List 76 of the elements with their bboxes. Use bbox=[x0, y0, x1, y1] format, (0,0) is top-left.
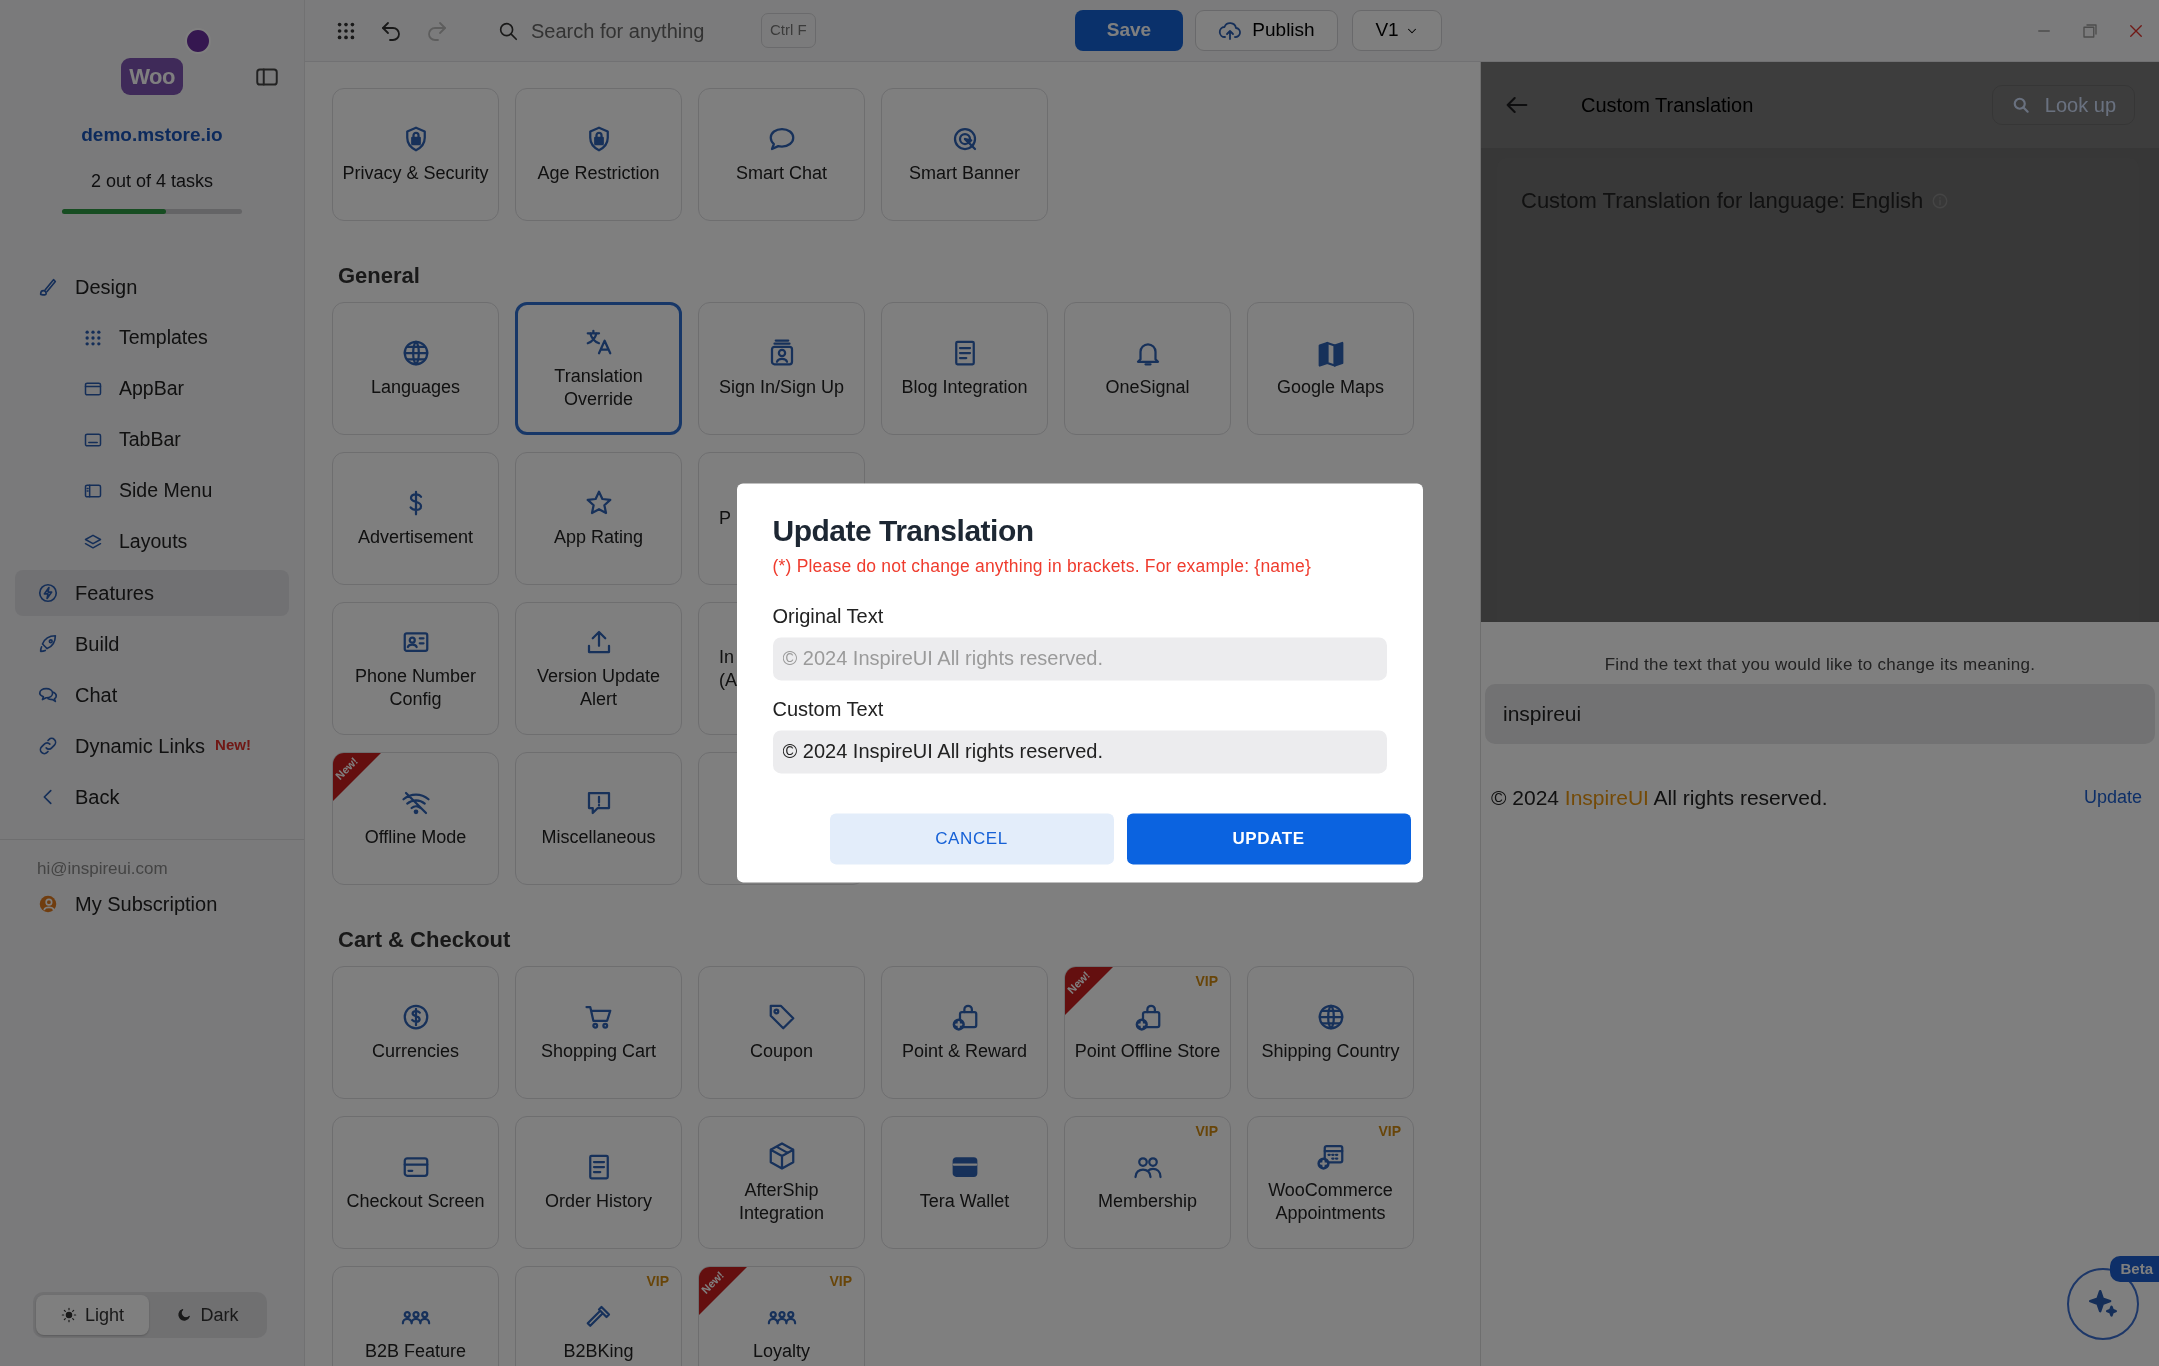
nav-item[interactable]: Chat bbox=[0, 671, 289, 718]
feature-card[interactable]: Version Update Alert bbox=[515, 602, 682, 735]
feature-card[interactable]: Age Restriction bbox=[515, 88, 682, 221]
rocket-icon bbox=[37, 632, 59, 655]
dialog-title: Update Translation bbox=[772, 513, 1035, 550]
feature-card[interactable]: Smart Chat bbox=[698, 88, 865, 221]
feature-card[interactable]: Blog Integration bbox=[881, 302, 1048, 435]
vip-label: VIP bbox=[1378, 1123, 1401, 1141]
nav-subitem[interactable]: Layouts bbox=[0, 518, 289, 565]
lightning-icon bbox=[37, 581, 59, 604]
field-label: Original Text bbox=[772, 604, 885, 630]
nav-item[interactable]: Build bbox=[0, 620, 289, 667]
feature-card[interactable]: Shipping Country bbox=[1247, 966, 1414, 1099]
site-link[interactable]: demo.mstore.io bbox=[0, 121, 304, 150]
feature-card[interactable]: Point & Reward bbox=[881, 966, 1048, 1099]
feature-card[interactable]: VIP WooCommerce Appointments bbox=[1247, 1116, 1414, 1249]
save-button[interactable]: Save bbox=[1075, 10, 1183, 51]
nav-item[interactable]: My Subscription bbox=[0, 881, 289, 927]
maximize-icon[interactable] bbox=[2081, 21, 2099, 40]
feature-card[interactable]: Miscellaneous bbox=[515, 752, 682, 885]
section-heading: Cart & Checkout bbox=[338, 926, 512, 954]
new-label: New! bbox=[215, 735, 251, 756]
nav-subitem[interactable]: AppBar bbox=[0, 365, 289, 412]
feature-card[interactable]: Smart Banner bbox=[881, 88, 1048, 221]
nav-subitem[interactable]: Templates bbox=[0, 314, 289, 361]
feature-card[interactable]: Sign In/Sign Up bbox=[698, 302, 865, 435]
search-field[interactable]: Search for anything bbox=[529, 14, 729, 47]
hint-text: Find the text that you would like to change its meaning. bbox=[1603, 654, 2037, 676]
moon-icon bbox=[176, 1307, 193, 1323]
task-count: 2 out of 4 tasks bbox=[89, 169, 215, 193]
sun-icon bbox=[60, 1307, 77, 1323]
feature-card[interactable]: B2B Feature bbox=[332, 1266, 499, 1366]
feature-card[interactable]: Order History bbox=[515, 1116, 682, 1249]
nav-item[interactable]: Design bbox=[0, 263, 289, 310]
result-text: © 2024 InspireUI All rights reserved. bbox=[1491, 784, 1828, 811]
nav-item[interactable]: Features bbox=[15, 569, 289, 616]
feature-card[interactable]: Privacy & Security bbox=[332, 88, 499, 221]
panel-title: Custom Translation bbox=[1581, 93, 1754, 118]
feature-card[interactable]: Translation Override bbox=[515, 302, 682, 435]
vip-label: VIP bbox=[1195, 973, 1218, 991]
theme-option[interactable]: Light bbox=[36, 1295, 149, 1335]
nav-item[interactable]: Dynamic Links New! bbox=[0, 722, 289, 769]
text-field[interactable]: © 2024 InspireUI All rights reserved. bbox=[772, 730, 1387, 774]
update-link[interactable]: Update bbox=[2083, 783, 2142, 811]
feature-card[interactable]: Currencies bbox=[332, 966, 499, 1099]
beta-badge: Beta bbox=[2110, 1255, 2159, 1282]
nav-subitem[interactable]: TabBar bbox=[0, 416, 289, 463]
update-button[interactable]: UPDATE bbox=[1126, 813, 1411, 865]
version-dropdown[interactable]: V1 bbox=[1352, 10, 1442, 51]
feature-card[interactable]: AfterShip Integration bbox=[698, 1116, 865, 1249]
user-badge-icon bbox=[37, 893, 59, 915]
feature-card[interactable]: OneSignal bbox=[1064, 302, 1231, 435]
feature-card[interactable]: Tera Wallet bbox=[881, 1116, 1048, 1249]
publish-button[interactable]: Publish bbox=[1195, 10, 1338, 51]
section-heading: General bbox=[338, 262, 421, 290]
feature-card[interactable]: Advertisement bbox=[332, 452, 499, 585]
feature-card[interactable]: Coupon bbox=[698, 966, 865, 1099]
vip-label: VIP bbox=[646, 1273, 669, 1291]
nav-subitem[interactable]: Side Menu bbox=[0, 467, 289, 514]
nav-item[interactable]: Back bbox=[0, 773, 289, 820]
search-field[interactable]: inspireui bbox=[1485, 683, 2155, 744]
feature-card[interactable]: Shopping Cart bbox=[515, 966, 682, 1099]
feature-card[interactable]: App Rating bbox=[515, 452, 682, 585]
vip-label: VIP bbox=[829, 1273, 852, 1291]
feature-card[interactable]: VIP Membership bbox=[1064, 1116, 1231, 1249]
feature-card[interactable]: VIP B2BKing bbox=[515, 1266, 682, 1366]
field-label: Custom Text bbox=[772, 697, 885, 723]
feature-card[interactable]: Languages bbox=[332, 302, 499, 435]
warning-text: (*) Please do not change anything in brackets. For example: {name} bbox=[772, 555, 1312, 579]
shortcut-hint: Ctrl F bbox=[761, 13, 816, 48]
feature-card[interactable]: Phone Number Config bbox=[332, 602, 499, 735]
theme-option[interactable]: Dark bbox=[151, 1295, 264, 1335]
vip-label: VIP bbox=[1195, 1123, 1218, 1141]
feature-card[interactable]: Checkout Screen bbox=[332, 1116, 499, 1249]
feature-card[interactable]: Google Maps bbox=[1247, 302, 1414, 435]
cancel-button[interactable]: CANCEL bbox=[829, 813, 1114, 865]
